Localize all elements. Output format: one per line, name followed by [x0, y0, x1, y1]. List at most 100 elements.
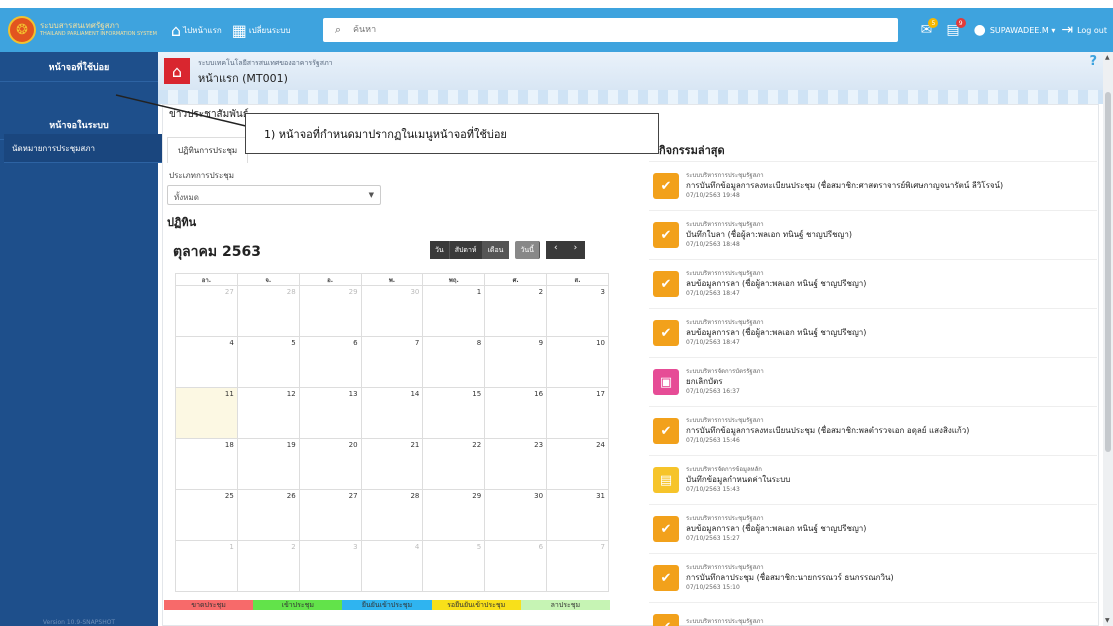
- logout-icon[interactable]: ⇥: [1061, 22, 1073, 38]
- calendar-day[interactable]: 3: [298, 540, 362, 592]
- calendar-day[interactable]: 5: [236, 336, 300, 388]
- calendar-day[interactable]: 8: [422, 336, 486, 388]
- activity-item[interactable]: ✔ ระบบบริหารการประชุมรัฐสภา ลบข้อมูลการลา …: [649, 308, 1097, 357]
- calendar-day[interactable]: 15: [422, 387, 486, 439]
- today-button[interactable]: วันนี้: [515, 241, 540, 259]
- mail-icon[interactable]: ✉ 5: [921, 18, 939, 38]
- calendar-day[interactable]: 7: [546, 540, 609, 592]
- next-button[interactable]: ›: [565, 241, 586, 259]
- sidebar-item-label: หน้าจอในระบบ: [49, 121, 109, 131]
- calendar-day[interactable]: 6: [484, 540, 548, 592]
- sidebar-item-frequent[interactable]: หน้าจอที่ใช้บ่อย: [0, 52, 158, 82]
- calendar-day[interactable]: 4: [360, 540, 424, 592]
- calendar-day[interactable]: 19: [236, 438, 300, 490]
- parliament-logo[interactable]: ❂: [8, 16, 36, 44]
- calendar-day[interactable]: 2: [484, 285, 548, 337]
- calendar-day[interactable]: 16: [484, 387, 548, 439]
- view-month-button[interactable]: เดือน: [482, 241, 510, 259]
- calendar-day[interactable]: 28: [236, 285, 300, 337]
- legend-item: ยืนยันเข้าประชุม: [342, 600, 432, 610]
- scrollbar[interactable]: ▲ ▼: [1103, 52, 1113, 626]
- view-week-button[interactable]: สัปดาห์: [449, 241, 483, 259]
- calendar-day[interactable]: 4: [175, 336, 238, 388]
- logout-link[interactable]: Log out: [1077, 26, 1107, 35]
- legend-item: ขาดประชุม: [164, 600, 254, 610]
- calendar-day[interactable]: 30: [360, 285, 424, 337]
- prev-button[interactable]: ‹: [545, 241, 566, 259]
- page-header: ⌂ ระบบเทคโนโลยีสารสนเทศของอาคารรัฐสภา หน…: [158, 52, 1103, 90]
- search-input[interactable]: [353, 25, 873, 35]
- activity-item[interactable]: ✔ ระบบบริหารการประชุมรัฐสภา ลบข้อมูลการลา …: [649, 504, 1097, 553]
- calendar-day[interactable]: 1: [422, 285, 486, 337]
- calendar-day[interactable]: 31: [546, 489, 609, 541]
- calendar-day[interactable]: 30: [484, 489, 548, 541]
- calendar-day[interactable]: 2: [236, 540, 300, 592]
- scroll-down-icon[interactable]: ▼: [1105, 617, 1110, 624]
- document-icon: ▤: [653, 467, 679, 493]
- person-check-icon: ✔: [653, 614, 679, 626]
- home-link[interactable]: ⌂ ไปหน้าแรก: [171, 21, 222, 40]
- activity-system: ระบบบริหารการประชุมรัฐสภา: [686, 417, 764, 424]
- calendar-day[interactable]: 10: [546, 336, 609, 388]
- activity-date: 07/10/2563 18:47: [686, 339, 740, 346]
- search-icon[interactable]: ⌕: [323, 23, 353, 37]
- calendar-day[interactable]: 6: [298, 336, 362, 388]
- calendar-day[interactable]: 28: [360, 489, 424, 541]
- scroll-thumb[interactable]: [1105, 92, 1111, 452]
- calendar-day[interactable]: 18: [175, 438, 238, 490]
- calendar-day[interactable]: 21: [360, 438, 424, 490]
- activity-item[interactable]: ✔ ระบบบริหารการประชุมรัฐสภา การบันทึกลาประ…: [649, 553, 1097, 602]
- activity-item[interactable]: ✔ ระบบบริหารการประชุมรัฐสภา ลบข้อมูลการลา …: [649, 259, 1097, 308]
- mail-badge: 5: [928, 18, 939, 28]
- calendar-day[interactable]: 23: [484, 438, 548, 490]
- document-icon[interactable]: ▤ 9: [946, 18, 966, 38]
- activity-message: ลบข้อมูลการลา (ชื่อผู้ลา:พลเอก ทนินฐ์ ชา…: [686, 328, 867, 337]
- activity-system: ระบบบริหารจัดการบัตรรัฐสภา: [686, 368, 764, 375]
- calendar-day[interactable]: 17: [546, 387, 609, 439]
- calendar-day[interactable]: 14: [360, 387, 424, 439]
- brand: ระบบสารสนเทศรัฐสภา THAILAND PARLIAMENT I…: [40, 21, 157, 39]
- switch-system-link[interactable]: ▦ เปลี่ยนระบบ: [232, 21, 291, 40]
- activity-date: 07/10/2563 15:43: [686, 486, 740, 493]
- month-title: ตุลาคม 2563: [173, 244, 261, 260]
- calendar-day[interactable]: 1: [175, 540, 238, 592]
- calendar-day[interactable]: 9: [484, 336, 548, 388]
- meeting-type-value: ทั้งหมด: [174, 193, 199, 202]
- meeting-type-select[interactable]: ทั้งหมด ▼: [167, 185, 381, 205]
- user-menu[interactable]: SUPAWADEE.M ▾: [990, 26, 1056, 35]
- activity-system: ระบบบริหารการประชุมรัฐสภา: [686, 221, 764, 228]
- calendar-day[interactable]: 27: [298, 489, 362, 541]
- calendar-day[interactable]: 22: [422, 438, 486, 490]
- calendar-day[interactable]: 26: [236, 489, 300, 541]
- help-icon[interactable]: ?: [1089, 54, 1097, 69]
- system-name: ระบบเทคโนโลยีสารสนเทศของอาคารรัฐสภา: [198, 59, 333, 67]
- person-check-icon: ✔: [653, 418, 679, 444]
- calendar-day[interactable]: 7: [360, 336, 424, 388]
- tabs: ปฏิทินการประชุม: [167, 137, 249, 163]
- calendar-day[interactable]: 3: [546, 285, 609, 337]
- calendar-day[interactable]: 25: [175, 489, 238, 541]
- calendar-day[interactable]: 12: [236, 387, 300, 439]
- activity-item[interactable]: ▣ ระบบบริหารจัดการบัตรรัฐสภา ยกเลิกบัตร 07/…: [649, 357, 1097, 406]
- scroll-up-icon[interactable]: ▲: [1105, 54, 1110, 61]
- weekday-header: พฤ.: [422, 273, 486, 286]
- tab-meeting-calendar[interactable]: ปฏิทินการประชุม: [167, 137, 249, 163]
- calendar-day[interactable]: 27: [175, 285, 238, 337]
- calendar-day[interactable]: 29: [298, 285, 362, 337]
- home-link-label: ไปหน้าแรก: [183, 25, 222, 35]
- calendar-day[interactable]: 13: [298, 387, 362, 439]
- activity-item[interactable]: ▤ ระบบบริหารจัดการข้อมูลหลัก บันทึกข้อมูลก…: [649, 455, 1097, 504]
- calendar-day[interactable]: 5: [422, 540, 486, 592]
- person-check-icon: ✔: [653, 222, 679, 248]
- meeting-type-label: ประเภทการประชุม: [169, 171, 234, 180]
- view-day-button[interactable]: วัน: [430, 241, 450, 259]
- activity-system: ระบบบริหารการประชุมรัฐสภา: [686, 618, 764, 625]
- activity-item[interactable]: ✔ระบบบริหารการประชุมรัฐสภาเสนอประธาน (ชื…: [649, 602, 1097, 626]
- activity-item[interactable]: ✔ ระบบบริหารการประชุมรัฐสภา บันทึกใบลา (ชื…: [649, 210, 1097, 259]
- activity-item[interactable]: ✔ ระบบบริหารการประชุมรัฐสภา การบันทึกข้อมู…: [649, 161, 1097, 210]
- calendar-day[interactable]: 11: [175, 387, 238, 439]
- calendar-day[interactable]: 20: [298, 438, 362, 490]
- activity-item[interactable]: ✔ ระบบบริหารการประชุมรัฐสภา การบันทึกข้อมู…: [649, 406, 1097, 455]
- calendar-day[interactable]: 24: [546, 438, 609, 490]
- calendar-day[interactable]: 29: [422, 489, 486, 541]
